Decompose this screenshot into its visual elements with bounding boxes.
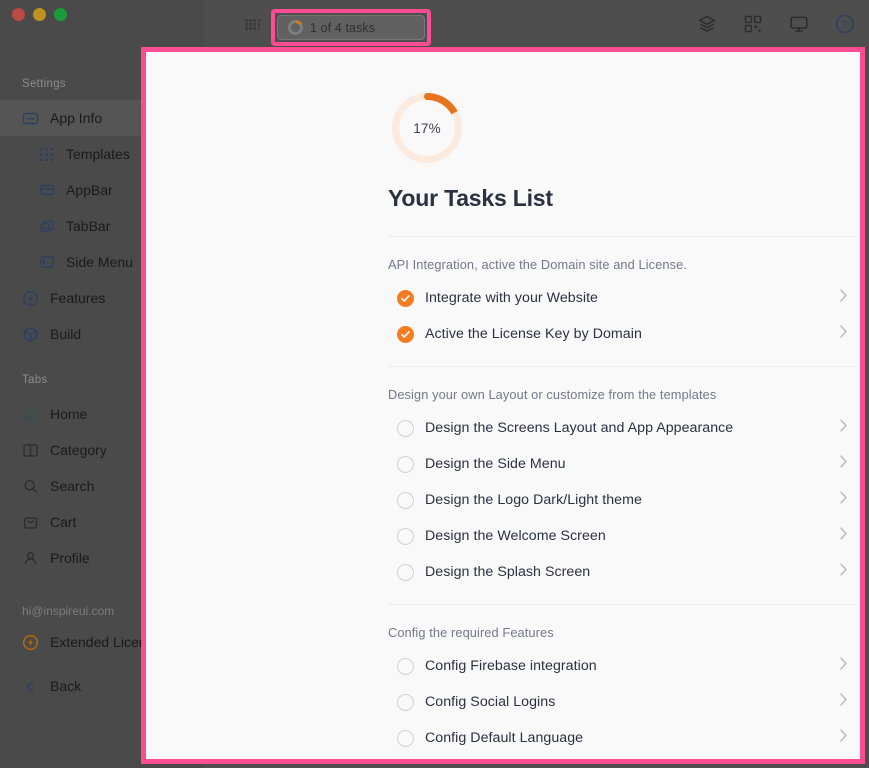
features-bolt-icon (22, 290, 39, 307)
progress-percent-label: 17% (413, 120, 441, 136)
sidebar-item-label: Search (50, 478, 95, 494)
task-sections: API Integration, active the Domain site … (388, 236, 860, 756)
task-label: Integrate with your Website (425, 290, 598, 306)
grid-apps-icon[interactable] (245, 19, 261, 31)
task-row[interactable]: Config Default Language (388, 720, 860, 756)
task-row[interactable]: Config Social Logins (388, 684, 860, 720)
task-row[interactable]: Design the Screens Layout and App Appear… (388, 410, 860, 446)
home-icon (22, 406, 39, 423)
task-label: Active the License Key by Domain (425, 326, 642, 342)
chevron-right-icon[interactable] (839, 563, 848, 582)
close-button[interactable] (12, 8, 25, 21)
chevron-right-icon[interactable] (839, 491, 848, 510)
sidebar-item-label: Side Menu (66, 254, 133, 270)
task-label: Design the Welcome Screen (425, 528, 606, 544)
window-controls (12, 8, 67, 21)
minimize-button[interactable] (33, 8, 46, 21)
task-label: Design the Screens Layout and App Appear… (425, 420, 734, 436)
qr-code-icon[interactable] (741, 12, 765, 36)
sidebar-item-label: Back (50, 678, 82, 694)
sidebar-item-label: Category (50, 442, 107, 458)
task-checkbox-unchecked[interactable] (397, 419, 414, 437)
task-checkbox-checked[interactable] (397, 325, 414, 343)
chevron-left-icon (22, 678, 39, 695)
layers-icon[interactable] (695, 12, 719, 36)
task-label: Config Default Language (425, 730, 584, 746)
sidebar-item-label: AppBar (66, 182, 113, 198)
task-checkbox-unchecked[interactable] (397, 657, 414, 675)
chevron-right-icon[interactable] (839, 693, 848, 712)
svg-text:?: ? (842, 19, 848, 31)
task-section: Design your own Layout or customize from… (388, 366, 860, 590)
screen-root: Settings App Info Templates AppBar TabBa… (0, 0, 869, 768)
tasks-chip-highlight (271, 9, 431, 46)
task-checkbox-checked[interactable] (397, 289, 414, 307)
appbar-icon (38, 182, 55, 199)
task-label: Design the Logo Dark/Light theme (425, 492, 642, 508)
sidebar-item-label: Build (50, 326, 82, 342)
task-row[interactable]: Config Firebase integration (388, 648, 860, 684)
task-row[interactable]: Design the Splash Screen (388, 554, 860, 590)
task-row[interactable]: Active the License Key by Domain (388, 316, 860, 352)
build-box-icon (22, 326, 39, 343)
templates-grid-icon (38, 146, 55, 163)
chevron-right-icon[interactable] (839, 729, 848, 748)
task-checkbox-unchecked[interactable] (397, 527, 414, 545)
sidebar-item-label: Home (50, 406, 88, 422)
search-icon (22, 478, 39, 495)
task-row[interactable]: Design the Logo Dark/Light theme (388, 482, 860, 518)
chevron-right-icon[interactable] (839, 325, 848, 344)
section-heading: Design your own Layout or customize from… (388, 387, 717, 402)
section-heading: Config the required Features (388, 625, 554, 640)
profile-person-icon (22, 550, 39, 567)
toolbar-right-icons: ? (695, 12, 857, 36)
task-section: API Integration, active the Domain site … (388, 236, 860, 352)
task-section: Config the required Features Config Fire… (388, 604, 860, 756)
task-label: Design the Side Menu (425, 456, 566, 472)
task-label: Config Social Logins (425, 694, 556, 710)
task-checkbox-unchecked[interactable] (397, 693, 414, 711)
section-heading: API Integration, active the Domain site … (388, 257, 687, 272)
task-label: Config Firebase integration (425, 658, 597, 674)
sidebar-item-label: Profile (50, 550, 90, 566)
task-checkbox-unchecked[interactable] (397, 491, 414, 509)
task-checkbox-unchecked[interactable] (397, 455, 414, 473)
sidebar-item-label: TabBar (66, 218, 111, 234)
task-row[interactable]: Design the Welcome Screen (388, 518, 860, 554)
category-columns-icon (22, 442, 39, 459)
task-row[interactable]: Design the Side Menu (388, 446, 860, 482)
task-checkbox-unchecked[interactable] (397, 563, 414, 581)
sidebar-item-label: Templates (66, 146, 130, 162)
tasks-panel: 17% Your Tasks List API Integration, act… (146, 52, 860, 759)
monitor-icon[interactable] (787, 12, 811, 36)
chevron-right-icon[interactable] (839, 527, 848, 546)
chevron-right-icon[interactable] (839, 657, 848, 676)
sidebar-item-label: Features (50, 290, 106, 306)
titlebar: 1 of 4 tasks ? (0, 0, 869, 48)
task-checkbox-unchecked[interactable] (397, 729, 414, 747)
progress-ring: 17% (392, 93, 462, 163)
help-circle-icon[interactable]: ? (833, 12, 857, 36)
zoom-button[interactable] (54, 8, 67, 21)
task-label: Design the Splash Screen (425, 564, 591, 580)
tabbar-icon (38, 218, 55, 235)
task-row[interactable]: Integrate with your Website (388, 280, 860, 316)
sidebar-item-label: Cart (50, 514, 77, 530)
app-info-icon (22, 110, 39, 127)
license-bolt-icon (22, 634, 39, 651)
chevron-right-icon[interactable] (839, 289, 848, 308)
page-title: Your Tasks List (388, 185, 553, 211)
sidebar-item-label: Extended Licen (50, 634, 147, 650)
chevron-right-icon[interactable] (839, 419, 848, 438)
tasks-panel-overlay: 17% Your Tasks List API Integration, act… (141, 47, 865, 764)
cart-bag-icon (22, 514, 39, 531)
chevron-right-icon[interactable] (839, 455, 848, 474)
side-menu-icon (38, 254, 55, 271)
sidebar-item-label: App Info (50, 110, 103, 126)
